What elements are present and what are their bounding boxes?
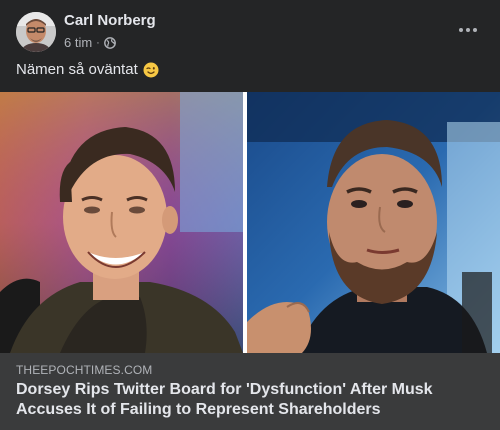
more-options-button[interactable] bbox=[450, 18, 486, 42]
post-message-text: Nämen så oväntat bbox=[16, 61, 138, 78]
avatar-image bbox=[16, 12, 56, 52]
post-message: Nämen så oväntat bbox=[16, 61, 159, 78]
link-domain: THEEPOCHTIMES.COM bbox=[16, 363, 153, 377]
author-avatar[interactable] bbox=[16, 12, 56, 52]
more-horizontal-icon bbox=[459, 28, 477, 32]
link-preview-image[interactable] bbox=[0, 92, 500, 353]
photo-left bbox=[0, 92, 243, 353]
winking-face-emoji-icon bbox=[143, 62, 159, 78]
post-meta: 6 tim · bbox=[64, 35, 116, 50]
author-name[interactable]: Carl Norberg bbox=[64, 12, 156, 29]
globe-icon[interactable] bbox=[103, 36, 116, 49]
link-preview-card[interactable]: THEEPOCHTIMES.COM Dorsey Rips Twitter Bo… bbox=[0, 353, 500, 430]
facebook-post: Carl Norberg 6 tim · Nämen så oväntat TH… bbox=[0, 0, 500, 430]
photo-right bbox=[247, 92, 500, 353]
link-title[interactable]: Dorsey Rips Twitter Board for 'Dysfuncti… bbox=[16, 380, 486, 420]
meta-separator: · bbox=[96, 36, 100, 49]
post-timestamp[interactable]: 6 tim bbox=[64, 35, 92, 50]
post-header: Carl Norberg 6 tim · bbox=[0, 0, 500, 58]
